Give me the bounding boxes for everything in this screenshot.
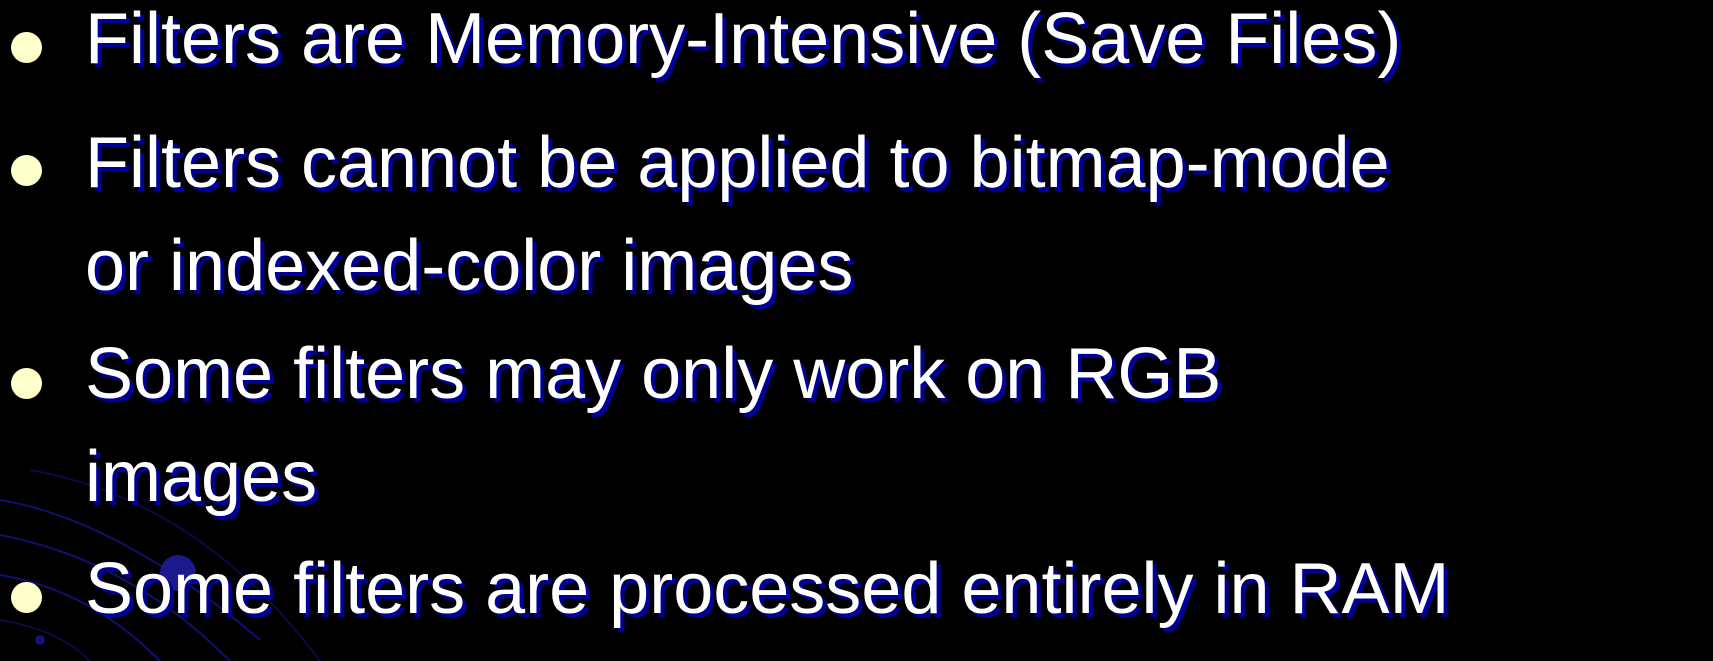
bullet-line: Some filters may only work on RGB xyxy=(85,334,1222,414)
decor-orb-small xyxy=(35,635,45,645)
bullet-line: Filters are Memory-Intensive (Save Files… xyxy=(85,0,1402,79)
bullet-text: Some filters are processed entirely in R… xyxy=(85,538,1450,641)
bullet-dot-icon xyxy=(11,32,42,63)
bullet-dot-icon xyxy=(11,368,42,399)
bullet-dot-icon xyxy=(11,155,42,186)
bullet-line: images xyxy=(85,437,318,517)
bullet-text: Filters are Memory-Intensive (Save Files… xyxy=(85,0,1401,91)
slide: Filters are Memory-Intensive (Save Files… xyxy=(0,0,1713,661)
decor-curve xyxy=(0,619,91,661)
bullet-text: Filters cannot be applied to bitmap-mode… xyxy=(85,112,1390,318)
bullet-text: Some filters may only work on RGB images xyxy=(85,323,1221,529)
bullet-line: Filters cannot be applied to bitmap-mode xyxy=(85,123,1390,203)
bullet-line: Some filters are processed entirely in R… xyxy=(85,549,1450,629)
bullet-line: or indexed-color images xyxy=(85,226,854,306)
bullet-dot-icon xyxy=(11,582,42,613)
